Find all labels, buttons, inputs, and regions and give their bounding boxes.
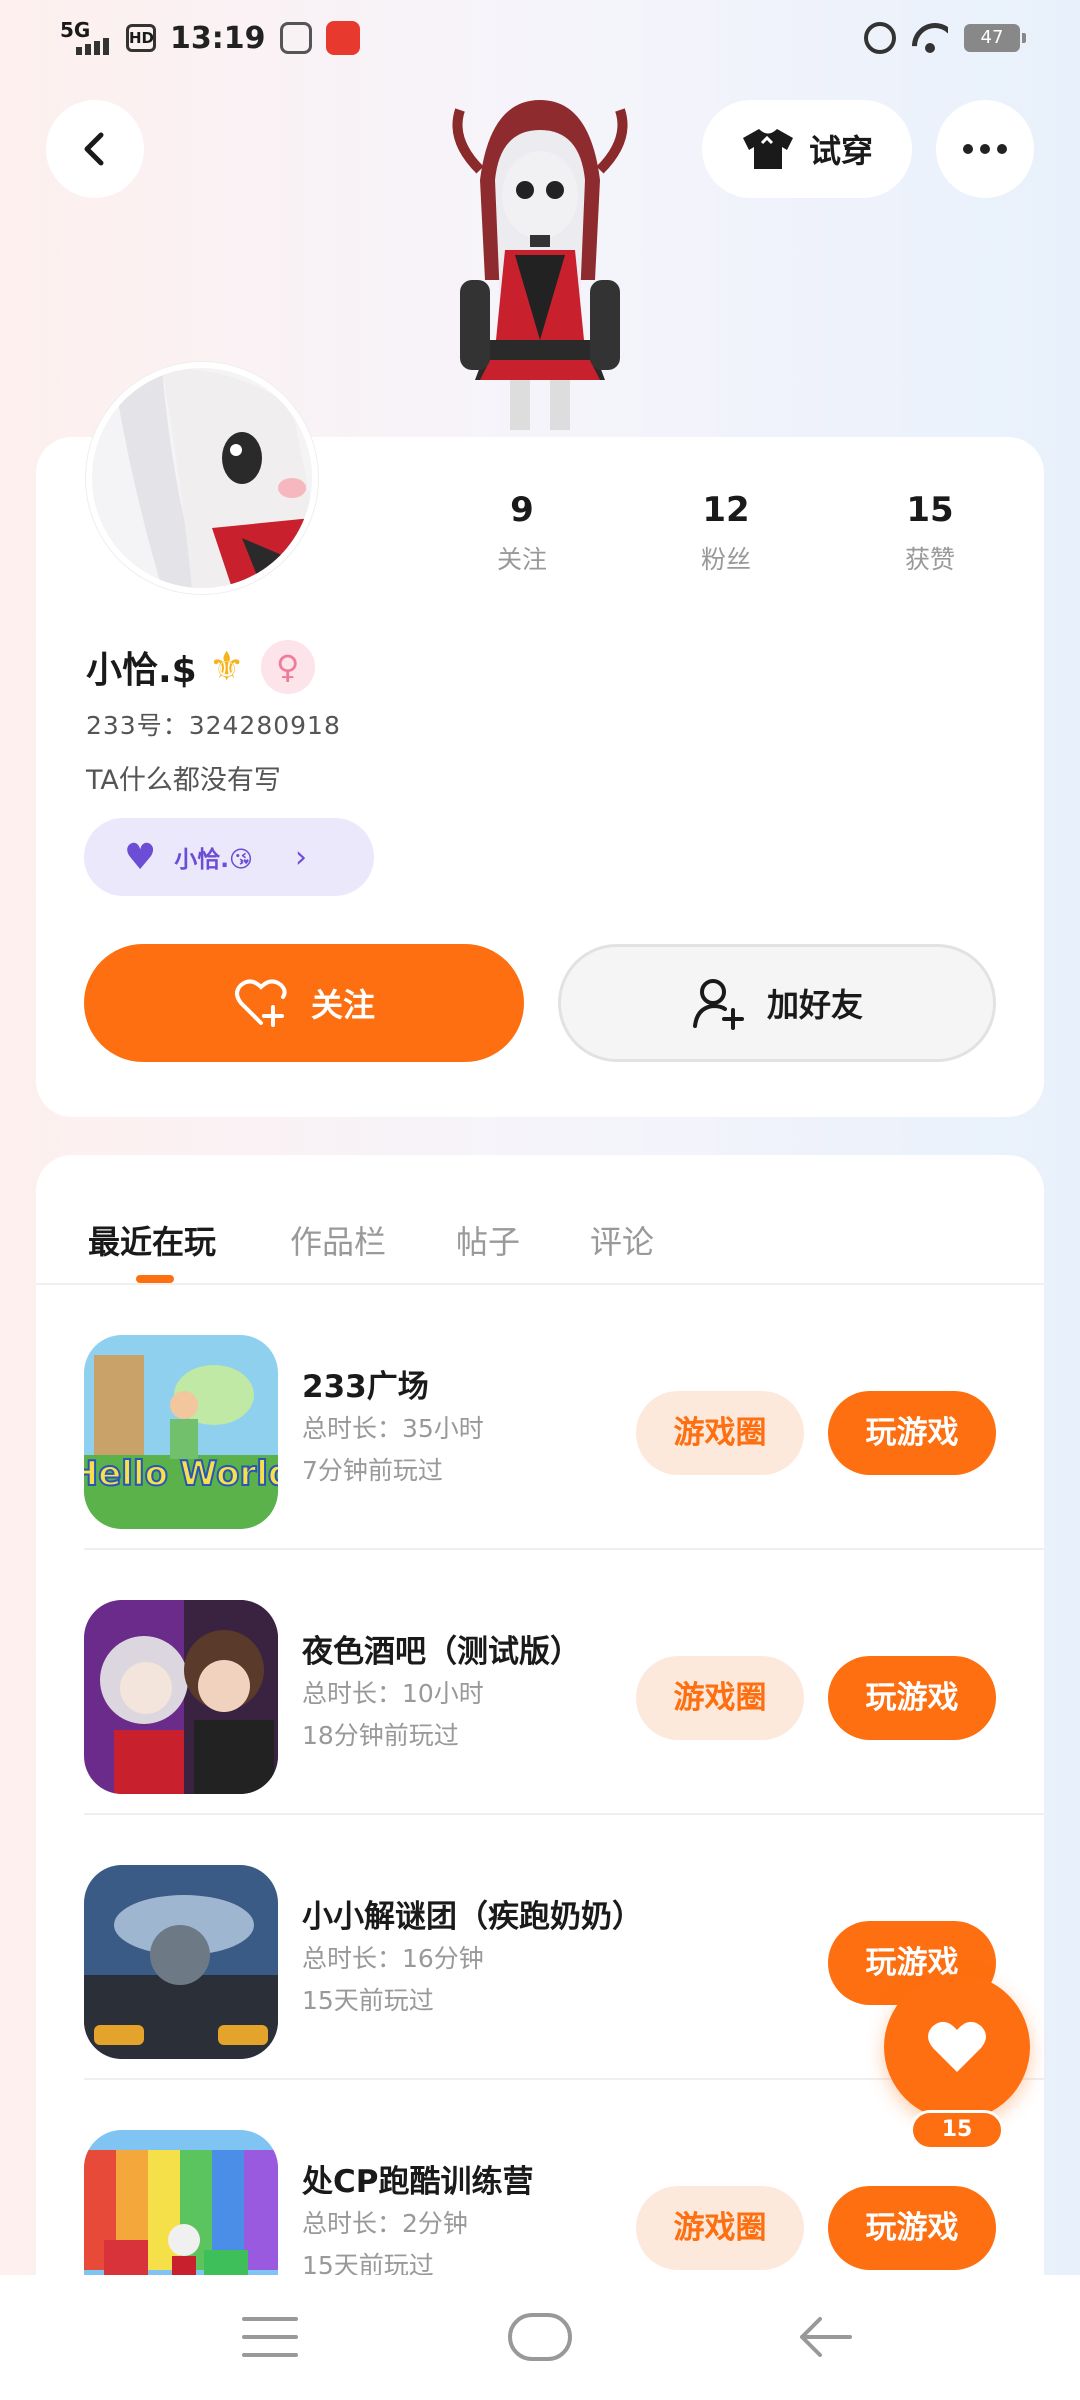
bio: TA什么都没有写 bbox=[86, 765, 281, 796]
play-game-button[interactable]: 玩游戏 bbox=[828, 1391, 996, 1475]
game-circle-button[interactable]: 游戏圈 bbox=[636, 2186, 804, 2270]
play-game-button[interactable]: 玩游戏 bbox=[828, 2186, 996, 2270]
game-row[interactable]: 夜色酒吧（测试版） 总时长：10小时 18分钟前玩过 游戏圈 玩游戏 bbox=[84, 1550, 1044, 1815]
tab-comments[interactable]: 评论 bbox=[590, 1217, 654, 1263]
game-row[interactable]: Hello World 233广场 总时长：35小时 7分钟前玩过 游戏圈 玩游… bbox=[84, 1285, 1044, 1550]
stat-likes[interactable]: 15 获赞 bbox=[860, 490, 1000, 576]
more-dots-icon bbox=[963, 144, 973, 154]
chevron-left-icon bbox=[84, 132, 104, 166]
tab-works[interactable]: 作品栏 bbox=[290, 1217, 386, 1263]
game-duration: 总时长：10小时 bbox=[302, 1679, 484, 1708]
fans-count: 12 bbox=[702, 490, 750, 530]
game-last-played: 18分钟前玩过 bbox=[302, 1721, 459, 1750]
add-friend-button[interactable]: 加好友 bbox=[558, 944, 996, 1062]
cp-partner-name: 小恰.😘 bbox=[174, 847, 253, 873]
game-circle-button[interactable]: 游戏圈 bbox=[636, 1391, 804, 1475]
game-row[interactable]: 处CP跑酷训练营 总时长：2分钟 15天前玩过 游戏圈 玩游戏 bbox=[84, 2080, 1044, 2275]
game-thumbnail[interactable]: Hello World bbox=[84, 1335, 278, 1529]
female-gender-icon: ♀ bbox=[260, 640, 315, 694]
chevron-right-icon: › bbox=[295, 839, 307, 875]
heart-icon bbox=[928, 2021, 986, 2072]
floating-like-button[interactable] bbox=[884, 1974, 1030, 2120]
tab-recently-played[interactable]: 最近在玩 bbox=[88, 1217, 216, 1263]
play-game-button[interactable]: 玩游戏 bbox=[828, 1656, 996, 1740]
game-duration: 总时长：2分钟 bbox=[302, 2209, 468, 2238]
tshirt-icon bbox=[742, 129, 793, 169]
game-thumbnail[interactable] bbox=[84, 1600, 278, 1794]
game-thumbnail[interactable] bbox=[84, 2130, 278, 2275]
game-thumbnail[interactable] bbox=[84, 1865, 278, 2059]
following-count: 9 bbox=[510, 490, 534, 530]
tab-posts[interactable]: 帖子 bbox=[456, 1217, 520, 1263]
heart-plus-icon bbox=[234, 979, 287, 1027]
game-last-played: 15天前玩过 bbox=[302, 1986, 434, 2015]
avatar-image bbox=[92, 368, 312, 588]
try-on-button[interactable]: 试穿 bbox=[702, 100, 912, 198]
avatar[interactable] bbox=[86, 362, 318, 594]
game-title: 小小解谜团（疾跑奶奶） bbox=[302, 1899, 643, 1935]
more-button[interactable] bbox=[936, 100, 1034, 198]
notification-app-icon bbox=[279, 22, 312, 54]
couple-heart-icon: ♥ bbox=[124, 836, 157, 878]
game-duration: 总时长：16分钟 bbox=[302, 1944, 484, 1973]
home-icon[interactable] bbox=[508, 2313, 572, 2361]
game-last-played: 15天前玩过 bbox=[302, 2251, 434, 2275]
nav-back-icon[interactable] bbox=[796, 2313, 852, 2361]
user-id: 233号：324280918 bbox=[86, 711, 341, 740]
add-friend-label: 加好友 bbox=[766, 986, 863, 1024]
tab-bar: 最近在玩 作品栏 帖子 评论 bbox=[36, 1155, 1044, 1285]
game-title: 处CP跑酷训练营 bbox=[302, 2164, 534, 2200]
tab-indicator bbox=[136, 1275, 174, 1283]
status-time: 13:19 bbox=[170, 20, 266, 56]
cellular-signal-icon: 5G bbox=[60, 18, 112, 58]
game-title: 233广场 bbox=[302, 1369, 429, 1405]
recent-apps-icon[interactable] bbox=[242, 2317, 298, 2357]
stat-fans[interactable]: 12 粉丝 bbox=[656, 490, 796, 576]
add-user-icon bbox=[692, 979, 744, 1030]
alarm-icon bbox=[864, 22, 896, 54]
back-button[interactable] bbox=[46, 100, 144, 198]
cp-partner-pill[interactable]: ♥ 小恰.😘 › bbox=[84, 818, 374, 896]
fleur-de-lis-badge-icon[interactable]: ⚜ bbox=[205, 645, 249, 689]
battery-icon: 47 bbox=[964, 24, 1026, 52]
following-label: 关注 bbox=[496, 545, 547, 574]
nickname-row: 小恰.$ ⚜ ♀ bbox=[86, 640, 315, 694]
likes-label: 获赞 bbox=[904, 545, 955, 574]
content-card: 最近在玩 作品栏 帖子 评论 Hello World 233广场 总时长：35小… bbox=[36, 1155, 1044, 2275]
avatar-character-image bbox=[452, 100, 628, 430]
game-thumbnail-text: Hello World bbox=[84, 1454, 278, 1494]
stat-following[interactable]: 9 关注 bbox=[452, 490, 592, 576]
system-nav-bar bbox=[0, 2275, 1080, 2400]
game-title: 夜色酒吧（测试版） bbox=[302, 1634, 581, 1670]
follow-button[interactable]: 关注 bbox=[84, 944, 524, 1062]
hd-icon: HD bbox=[126, 24, 156, 52]
game-circle-button[interactable]: 游戏圈 bbox=[636, 1656, 804, 1740]
nickname: 小恰.$ bbox=[86, 650, 197, 691]
notification-app-icon-red bbox=[325, 21, 360, 55]
like-count-badge: 15 bbox=[910, 2110, 1004, 2150]
follow-label: 关注 bbox=[310, 986, 375, 1024]
likes-count: 15 bbox=[906, 490, 954, 530]
try-on-label: 试穿 bbox=[808, 132, 873, 170]
fans-label: 粉丝 bbox=[700, 545, 751, 574]
status-bar: 5G HD 13:19 47 bbox=[0, 0, 1080, 80]
game-last-played: 7分钟前玩过 bbox=[302, 1456, 443, 1485]
game-duration: 总时长：35小时 bbox=[302, 1414, 484, 1443]
wifi-icon bbox=[912, 23, 948, 53]
